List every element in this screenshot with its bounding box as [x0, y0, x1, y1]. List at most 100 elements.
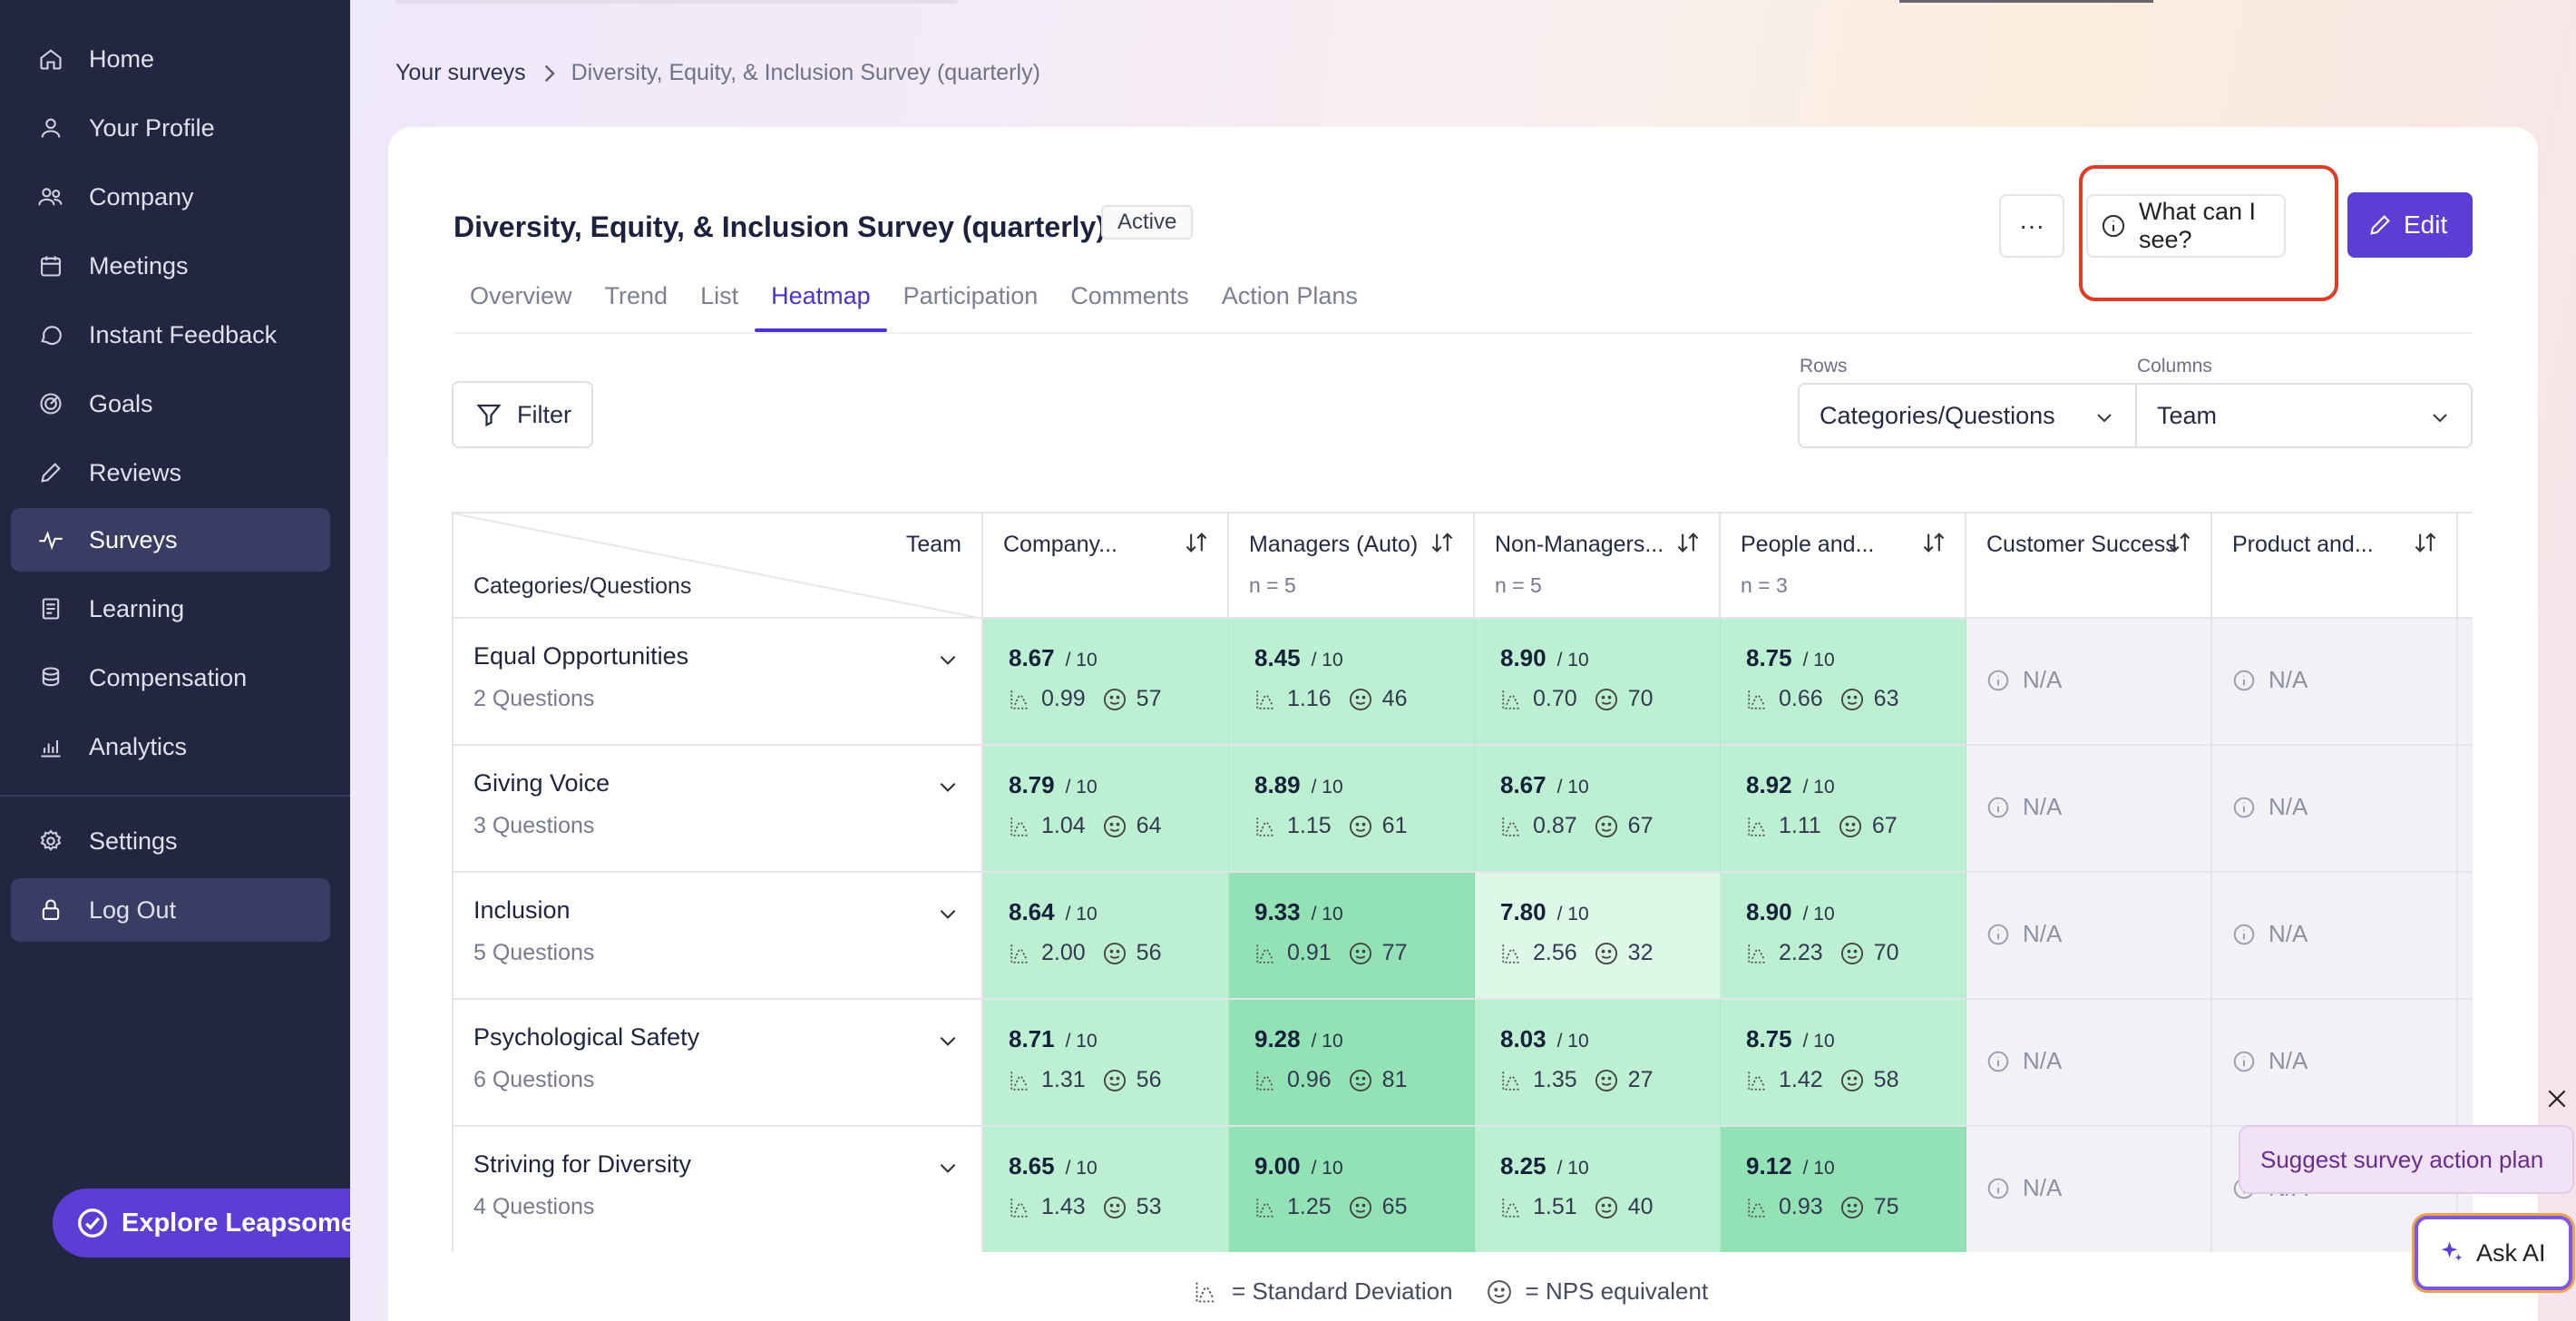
tab-participation[interactable]: Participation [887, 278, 1055, 332]
info-icon [1986, 1177, 2023, 1200]
heatmap-cell[interactable]: 8.67 / 10 0.99 57 [983, 619, 1229, 746]
cell-score: 8.79 / 10 [1009, 771, 1098, 799]
breadcrumb-root[interactable]: Your surveys [395, 60, 526, 86]
heatmap-cell[interactable]: 8.90 / 10 0.70 70 [1475, 619, 1721, 746]
heatmap-cell[interactable]: 8.71 / 10 1.31 56 [983, 1000, 1229, 1127]
category-row-header[interactable]: Psychological Safety 6 Questions [454, 1000, 983, 1127]
sidebar-item-label: Compensation [89, 663, 248, 691]
column-name: People and... [1741, 532, 1875, 557]
smiley-icon [1594, 941, 1628, 966]
sort-icon[interactable] [1184, 530, 1209, 555]
column-header[interactable]: People and... n = 3 [1721, 514, 1966, 619]
sidebar-item-meetings[interactable]: Meetings [11, 234, 330, 298]
sidebar-item-reviews[interactable]: Reviews [11, 441, 330, 504]
heatmap-cell[interactable]: 9.33 / 10 0.91 77 [1229, 873, 1475, 1000]
close-icon[interactable] [2545, 1087, 2569, 1111]
rows-select[interactable]: Categories/Questions [1798, 383, 2137, 448]
column-header[interactable]: Managers (Auto) n = 5 [1229, 514, 1475, 619]
ask-ai-button[interactable]: Ask AI [2415, 1216, 2572, 1290]
heatmap-cell[interactable]: 8.64 / 10 2.00 56 [983, 873, 1229, 1000]
score-value: 9.00 [1254, 1152, 1301, 1179]
heatmap-cell[interactable]: 9.28 / 10 0.96 81 [1229, 1000, 1475, 1127]
info-icon [1986, 796, 2023, 819]
sidebar-item-instant-feedback[interactable]: Instant Feedback [11, 303, 330, 367]
sidebar-item-your-profile[interactable]: Your Profile [11, 96, 330, 160]
score-denominator: / 10 [1065, 650, 1098, 670]
chevron-down-icon[interactable] [936, 648, 960, 671]
std-dev-value: 0.96 [1287, 1067, 1332, 1092]
sort-icon[interactable] [1921, 530, 1947, 555]
sort-icon[interactable] [2413, 530, 2438, 555]
category-row-header[interactable]: Inclusion 5 Questions [454, 873, 983, 1000]
columns-select[interactable]: Team [2135, 383, 2473, 448]
chevron-down-icon[interactable] [936, 1156, 960, 1179]
smiley-icon [1102, 687, 1137, 712]
explore-leapsome-button[interactable]: Explore Leapsome [53, 1189, 388, 1257]
heatmap-cell[interactable]: 8.25 / 10 1.51 40 [1475, 1127, 1721, 1252]
tab-action-plans[interactable]: Action Plans [1205, 278, 1374, 332]
cell-score: 9.33 / 10 [1254, 898, 1343, 926]
sort-icon[interactable] [2167, 530, 2192, 555]
filter-button[interactable]: Filter [452, 381, 593, 448]
calendar-icon [33, 248, 69, 284]
heatmap-cell[interactable]: 8.03 / 10 1.35 27 [1475, 1000, 1721, 1127]
info-icon [2232, 1050, 2269, 1073]
score-value: 9.33 [1254, 898, 1301, 925]
cell-stats: 0.93 75 [1746, 1194, 1898, 1220]
tab-list[interactable]: List [684, 278, 755, 332]
score-value: 7.80 [1500, 898, 1547, 925]
heatmap-cell[interactable]: 8.90 / 10 2.23 70 [1721, 873, 1966, 1000]
nps-value: 32 [1627, 940, 1654, 965]
heatmap-cell[interactable]: 8.67 / 10 0.87 67 [1475, 746, 1721, 873]
tab-comments[interactable]: Comments [1054, 278, 1205, 332]
score-value: 8.89 [1254, 771, 1301, 798]
heatmap-cell[interactable]: 8.75 / 10 1.42 58 [1721, 1000, 1966, 1127]
heatmap-cell[interactable]: 8.75 / 10 0.66 63 [1721, 619, 1966, 746]
sort-icon[interactable] [1675, 530, 1701, 555]
page-title: Diversity, Equity, & Inclusion Survey (q… [454, 210, 1106, 243]
column-header[interactable]: Customer Success [1966, 514, 2212, 619]
sidebar-item-surveys[interactable]: Surveys [11, 508, 330, 572]
heatmap-cell-na: N/A [1966, 1000, 2212, 1127]
heatmap-cell[interactable]: 8.65 / 10 1.43 53 [983, 1127, 1229, 1252]
std-dev-icon [1009, 942, 1041, 965]
heatmap-cell[interactable]: 8.92 / 10 1.11 67 [1721, 746, 1966, 873]
column-name: Customer Success [1986, 532, 2177, 557]
sidebar-item-analytics[interactable]: Analytics [11, 715, 330, 778]
heatmap-cell[interactable]: 8.79 / 10 1.04 64 [983, 746, 1229, 873]
sidebar-item-logout[interactable]: Log Out [11, 878, 330, 942]
sidebar-item-label: Log Out [89, 895, 177, 924]
tab-trend[interactable]: Trend [589, 278, 685, 332]
sort-icon[interactable] [1429, 530, 1455, 555]
nps-value: 70 [1627, 686, 1654, 711]
heatmap-cell[interactable]: 9.12 / 10 0.93 75 [1721, 1127, 1966, 1252]
category-title: Equal Opportunities [473, 642, 689, 670]
edit-button[interactable]: Edit [2347, 192, 2473, 258]
suggest-action-plan-button[interactable]: Suggest survey action plan [2239, 1125, 2574, 1194]
sidebar-item-compensation[interactable]: Compensation [11, 646, 330, 709]
tab-overview[interactable]: Overview [454, 278, 589, 332]
heatmap-cell[interactable]: 9.00 / 10 1.25 65 [1229, 1127, 1475, 1252]
cell-stats: 2.56 32 [1500, 940, 1653, 966]
column-header[interactable]: Company... [983, 514, 1229, 619]
column-header[interactable]: Non-Managers... n = 5 [1475, 514, 1721, 619]
more-options-button[interactable]: ··· [1999, 194, 2064, 258]
heatmap-cell[interactable]: 7.80 / 10 2.56 32 [1475, 873, 1721, 1000]
sidebar-item-goals[interactable]: Goals [11, 372, 330, 435]
sidebar-item-company[interactable]: Company [11, 165, 330, 229]
category-row-header[interactable]: Striving for Diversity 4 Questions [454, 1127, 983, 1252]
chevron-down-icon[interactable] [936, 902, 960, 925]
heatmap-cell[interactable]: 8.45 / 10 1.16 46 [1229, 619, 1475, 746]
heatmap-cell[interactable]: 8.89 / 10 1.15 61 [1229, 746, 1475, 873]
category-row-header[interactable]: Equal Opportunities 2 Questions [454, 619, 983, 746]
chevron-down-icon[interactable] [936, 775, 960, 798]
column-header[interactable]: Product and... [2212, 514, 2458, 619]
sidebar-item-learning[interactable]: Learning [11, 577, 330, 641]
chevron-down-icon[interactable] [936, 1029, 960, 1052]
sidebar-item-home[interactable]: Home [11, 27, 330, 91]
filter-label: Filter [517, 400, 571, 428]
pulse-icon [33, 522, 69, 558]
tab-heatmap[interactable]: Heatmap [755, 278, 887, 332]
category-row-header[interactable]: Giving Voice 3 Questions [454, 746, 983, 873]
sidebar-item-settings[interactable]: Settings [11, 809, 330, 873]
